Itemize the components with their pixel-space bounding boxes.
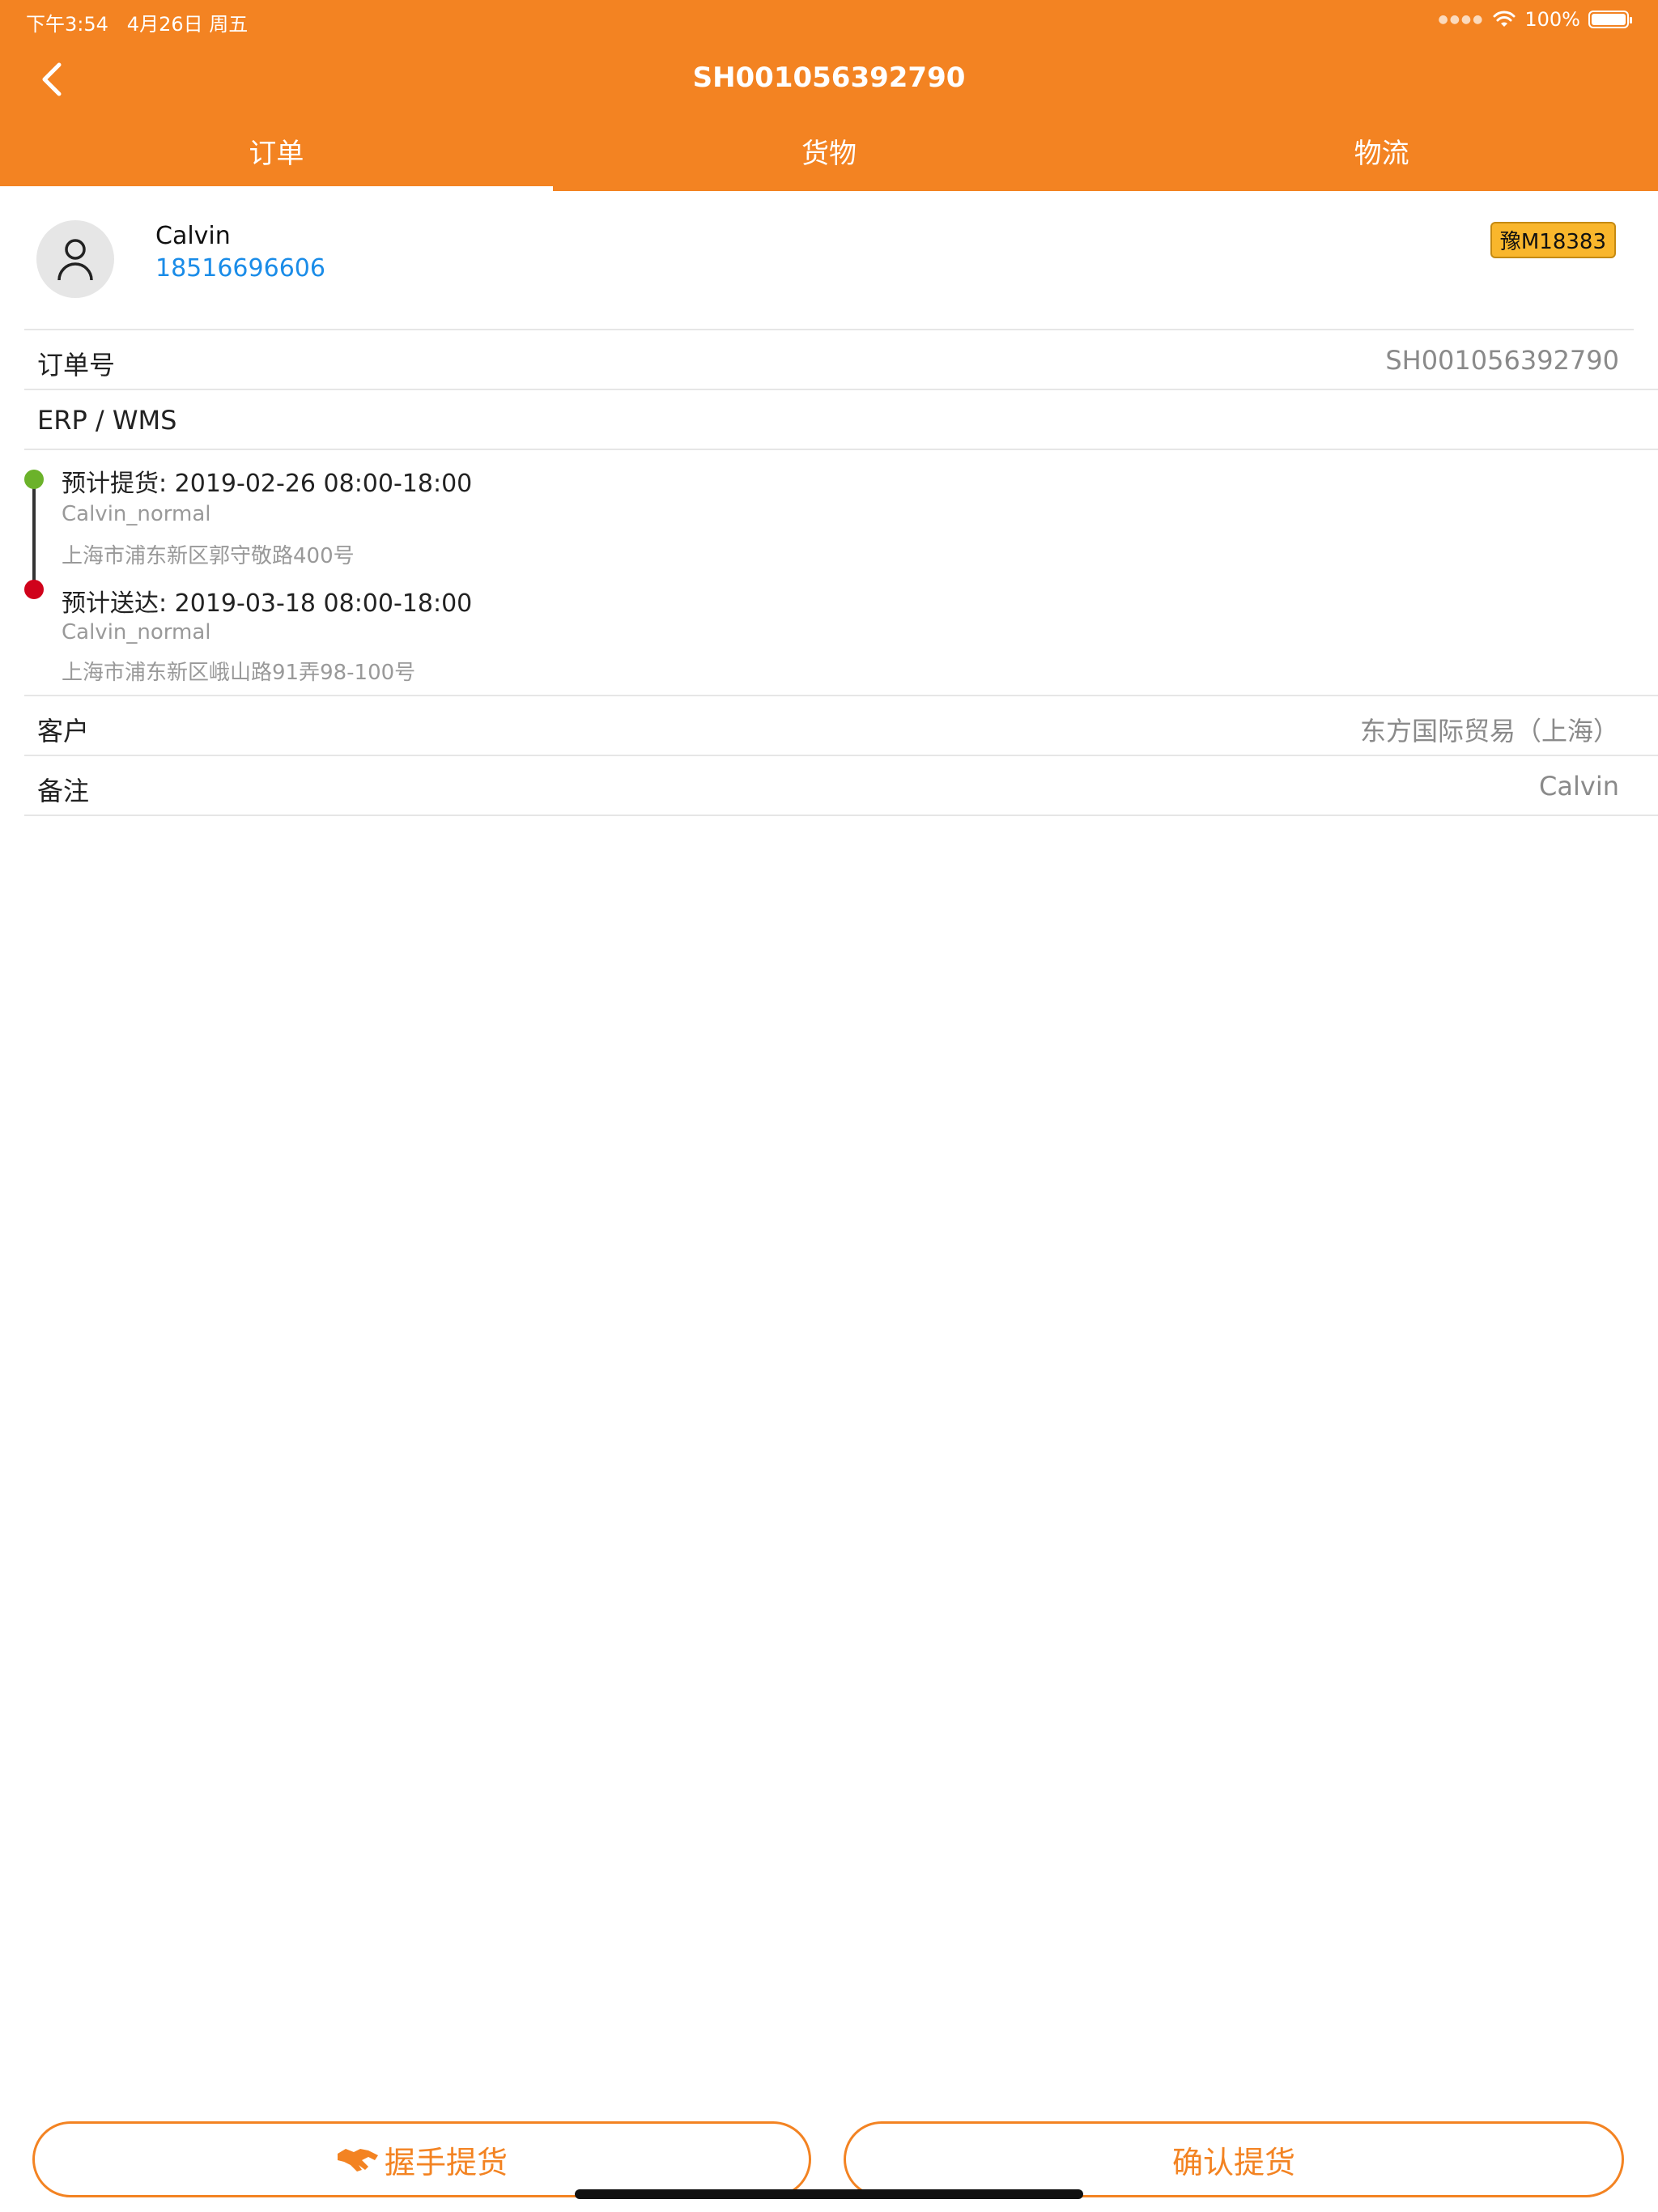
signal-icon: ●●●● [1438, 13, 1485, 26]
delivery-address: 上海市浦东新区峨山路91弄98-100号 [62, 661, 416, 685]
order-number-label: 订单号 [37, 350, 116, 381]
order-detail: Calvin 18516696606 豫M18383 订单号 SH0010563… [0, 191, 1658, 816]
license-plate-badge: 豫M18383 [1490, 222, 1616, 258]
handshake-pickup-button[interactable]: 握手提货 [32, 2121, 811, 2197]
status-bar: 下午3:54 4月26日 周五 ●●●● 100% [0, 0, 1658, 39]
wifi-icon [1493, 11, 1516, 27]
avatar [36, 220, 114, 298]
handshake-icon [337, 2149, 378, 2172]
customer-value: 东方国际贸易（上海） [1359, 716, 1619, 747]
remark-label: 备注 [37, 776, 90, 806]
tab-logistics[interactable]: 物流 [1105, 121, 1658, 191]
order-number-row: 订单号 SH001056392790 [24, 330, 1658, 390]
battery-icon [1588, 11, 1632, 28]
status-time-date: 下午3:54 4月26日 周五 [26, 8, 248, 36]
nav-bar: SH001056392790 [0, 39, 1658, 120]
order-number-value: SH001056392790 [1385, 345, 1619, 376]
home-indicator[interactable] [575, 2189, 1083, 2199]
erp-wms-label: ERP / WMS [37, 405, 177, 436]
customer-label: 客户 [37, 716, 90, 747]
battery-fill [1592, 14, 1626, 25]
erp-wms-row: ERP / WMS [24, 390, 1658, 450]
confirm-pickup-label: 确认提货 [1171, 2144, 1295, 2180]
status-time: 下午3:54 [26, 13, 108, 36]
user-icon [57, 239, 93, 281]
pickup-title: 预计提货: 2019-02-26 08:00-18:00 [62, 470, 473, 498]
remark-value: Calvin [1539, 771, 1619, 802]
remark-row: 备注 Calvin [24, 756, 1658, 816]
app-header: 下午3:54 4月26日 周五 ●●●● 100% SH001056392790 [0, 0, 1658, 191]
tab-goods[interactable]: 货物 [553, 121, 1106, 191]
delivery-title: 预计送达: 2019-03-18 08:00-18:00 [62, 589, 473, 618]
battery-percent: 100% [1524, 8, 1580, 31]
handshake-pickup-label: 握手提货 [384, 2144, 508, 2180]
driver-name: Calvin [155, 222, 231, 250]
pickup-address: 上海市浦东新区郭守敬路400号 [62, 544, 355, 568]
tab-order[interactable]: 订单 [0, 121, 553, 191]
driver-phone-link[interactable]: 18516696606 [155, 254, 325, 283]
confirm-pickup-button[interactable]: 确认提货 [844, 2121, 1624, 2197]
pickup-dot-icon [24, 470, 44, 489]
status-indicators: ●●●● 100% [1438, 8, 1632, 31]
delivery-contact: Calvin_normal [62, 620, 211, 644]
driver-info-row: Calvin 18516696606 豫M18383 [24, 191, 1634, 330]
customer-row: 客户 东方国际贸易（上海） [24, 696, 1658, 756]
pickup-contact: Calvin_normal [62, 502, 211, 526]
page-title: SH001056392790 [692, 62, 966, 94]
battery-cap [1630, 17, 1632, 23]
tab-bar: 订单 货物 物流 [0, 121, 1658, 191]
schedule-timeline: 预计提货: 2019-02-26 08:00-18:00 Calvin_norm… [24, 450, 1658, 696]
status-date: 4月26日 周五 [126, 13, 249, 36]
delivery-dot-icon [24, 580, 44, 599]
timeline-line [32, 479, 36, 588]
